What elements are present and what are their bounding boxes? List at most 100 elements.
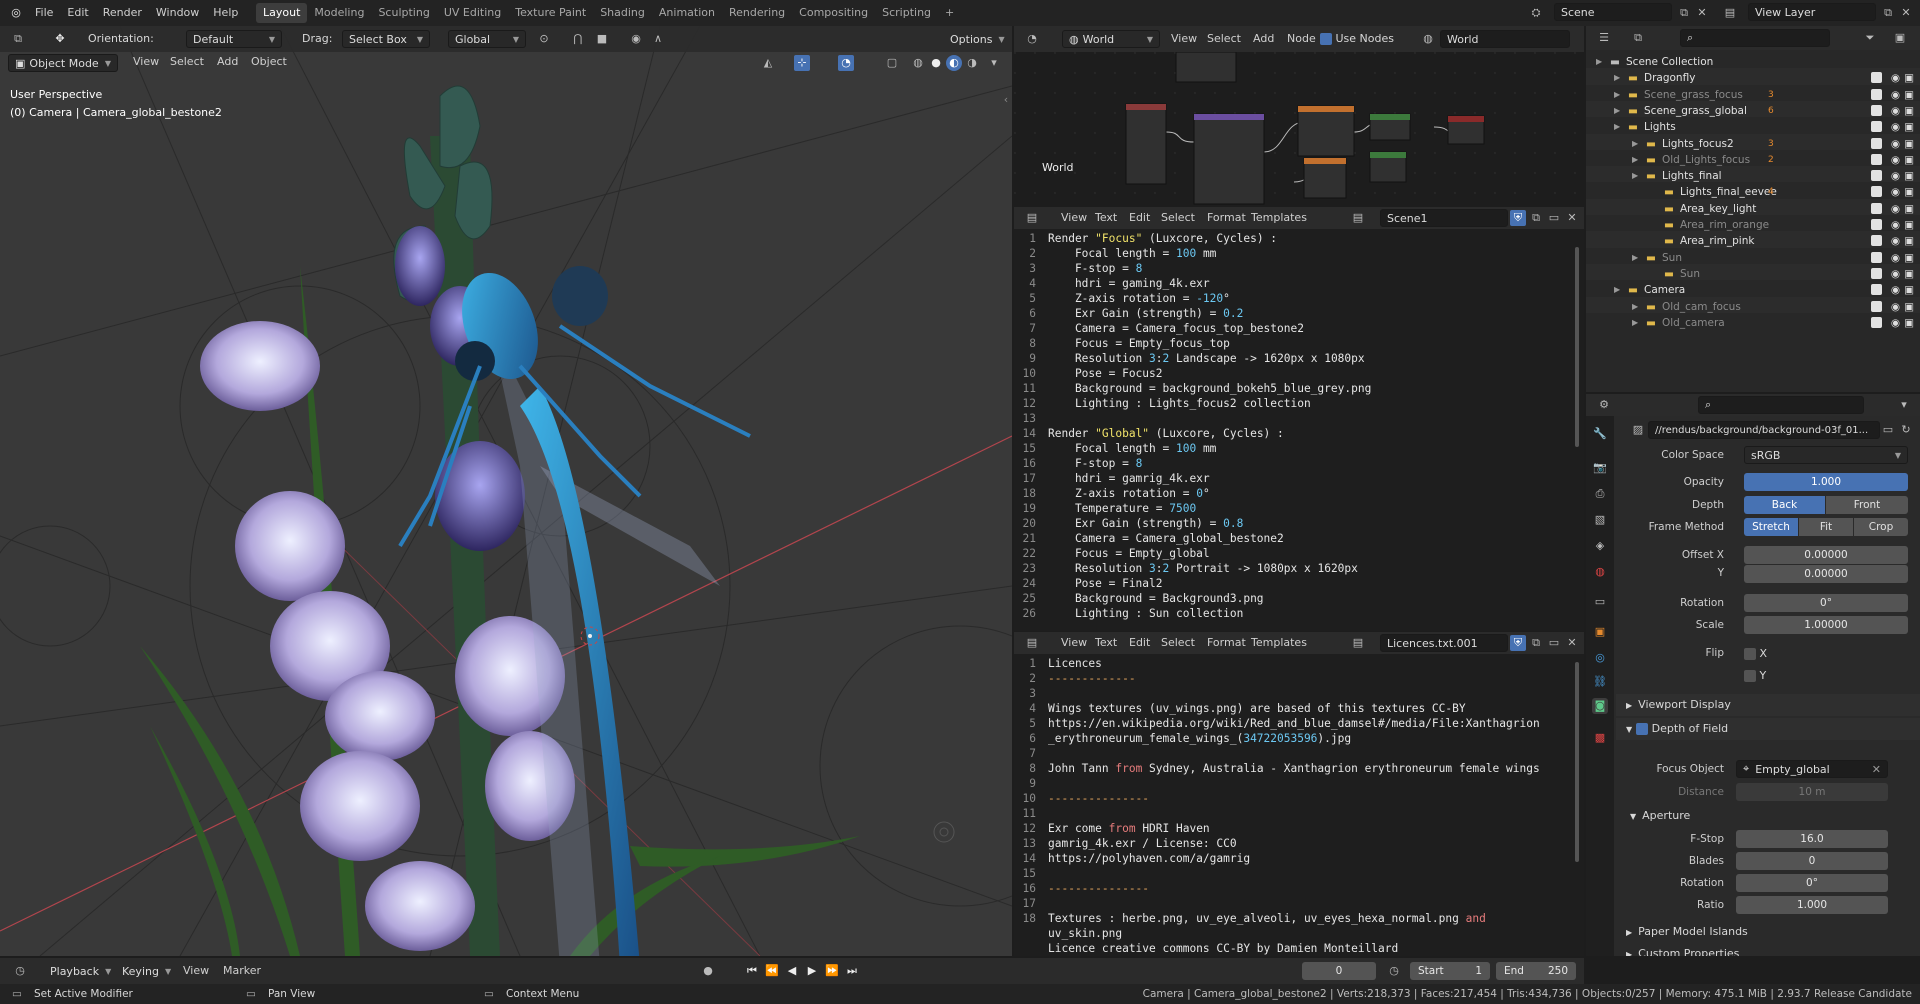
visibility-icon[interactable]: ◭ — [760, 55, 776, 71]
unlink-text-icon[interactable]: ✕ — [1564, 210, 1580, 226]
text1-menu-select[interactable]: Select — [1154, 207, 1202, 229]
depth-back-button[interactable]: Back — [1744, 496, 1825, 514]
exclude-checkbox-icon[interactable] — [1871, 153, 1882, 165]
tab-texture-paint[interactable]: Texture Paint — [508, 3, 593, 23]
exclude-checkbox-icon[interactable] — [1871, 121, 1882, 133]
code-line[interactable]: Render "Global" (Luxcore, Cycles) : — [1048, 426, 1572, 441]
tab-compositing[interactable]: Compositing — [792, 3, 875, 23]
tab-layout[interactable]: Layout — [256, 3, 308, 23]
code-line[interactable]: _erythroneurum_female_wings_(34722053596… — [1048, 731, 1572, 746]
shading-wireframe-icon[interactable]: ◍ — [910, 55, 926, 71]
snap-icon[interactable]: ⋂ — [570, 31, 586, 47]
text2-scrollbar[interactable] — [1575, 662, 1579, 862]
exclude-checkbox-icon[interactable] — [1871, 88, 1882, 100]
jump-keyframe-back-icon[interactable]: ⏪ — [764, 963, 780, 979]
fstop-field[interactable]: 16.0 — [1736, 830, 1888, 848]
text1-scrollbar[interactable] — [1575, 247, 1579, 447]
code-line[interactable]: Z-axis rotation = 0° — [1048, 486, 1572, 501]
text2-menu-select[interactable]: Select — [1154, 632, 1202, 654]
exclude-checkbox-icon[interactable] — [1871, 219, 1882, 230]
aperture-rotation-field[interactable]: 0° — [1736, 874, 1888, 892]
flip-x-checkbox[interactable] — [1744, 648, 1756, 660]
exclude-checkbox-icon[interactable] — [1871, 300, 1882, 312]
flip-y-toggle[interactable]: Y — [1744, 669, 1766, 682]
output-tab-icon[interactable]: ⎙ — [1592, 486, 1608, 502]
menu-edit[interactable]: Edit — [60, 2, 95, 24]
exclude-checkbox-icon[interactable] — [1871, 284, 1882, 296]
code-line[interactable]: Lighting : Sun collection — [1048, 606, 1572, 621]
collapse-sidebar-icon[interactable]: ‹ — [998, 92, 1012, 108]
editor-type-icon[interactable]: ⧉ — [10, 31, 26, 47]
browse-folder-icon[interactable]: ▭ — [1880, 422, 1896, 438]
timeline-menu-marker[interactable]: Marker — [216, 960, 268, 982]
transform-orientation-dropdown[interactable]: Global ▼ — [448, 30, 526, 48]
falloff-icon[interactable]: ∧ — [650, 31, 666, 47]
shading-rendered-icon[interactable]: ◑ — [964, 55, 980, 71]
fake-user-2-icon[interactable]: ⛨ — [1510, 635, 1526, 651]
code-line[interactable]: hdri = gaming_4k.exr — [1048, 276, 1572, 291]
view-layer-tab-icon[interactable]: ▧ — [1592, 512, 1608, 528]
code-line[interactable]: F-stop = 8 — [1048, 456, 1572, 471]
dof-panel-header[interactable]: ▼ Depth of Field — [1616, 718, 1920, 740]
offset-y-field[interactable]: 0.00000 — [1744, 565, 1908, 583]
code-line[interactable] — [1048, 896, 1572, 911]
offset-x-field[interactable]: 0.00000 — [1744, 546, 1908, 564]
scene-selector[interactable]: Scene — [1554, 3, 1672, 21]
texture-tab-icon[interactable]: ▩ — [1592, 730, 1608, 746]
tab-scripting[interactable]: Scripting — [875, 3, 938, 23]
code-line[interactable] — [1048, 806, 1572, 821]
snap-target-icon[interactable]: ■ — [594, 31, 610, 47]
text1-content[interactable]: Render "Focus" (Luxcore, Cycles) : Focal… — [1048, 231, 1572, 621]
text-editor-type-icon[interactable]: ▤ — [1024, 210, 1040, 226]
code-line[interactable]: Temperature = 7500 — [1048, 501, 1572, 516]
orientation-dropdown[interactable]: Default ▼ — [186, 30, 282, 48]
jump-start-icon[interactable]: ⏮ — [744, 963, 760, 979]
code-line[interactable]: Focus = Empty_global — [1048, 546, 1572, 561]
opacity-field[interactable]: 1.000 — [1744, 473, 1908, 491]
code-line[interactable]: Resolution 3:2 Portrait -> 1080px x 1620… — [1048, 561, 1572, 576]
code-line[interactable]: Pose = Final2 — [1048, 576, 1572, 591]
node-menu-node[interactable]: Node — [1280, 28, 1323, 50]
exclude-checkbox-icon[interactable] — [1871, 72, 1882, 84]
text-datablock-icon[interactable]: ▤ — [1350, 210, 1366, 226]
viewport-menu-view[interactable]: View — [126, 51, 166, 73]
code-line[interactable]: Exr Gain (strength) = 0.2 — [1048, 306, 1572, 321]
xray-icon[interactable]: ▢ — [884, 55, 900, 71]
node-menu-select[interactable]: Select — [1200, 28, 1248, 50]
ratio-field[interactable]: 1.000 — [1736, 896, 1888, 914]
view-layer-selector[interactable]: View Layer — [1748, 3, 1876, 21]
outliner[interactable]: ☰ ⧉ ⌕ ⏷ ▣ ▶ ▬ Scene Collection ▶ ▬ Dragonfly ◉… — [1586, 26, 1920, 392]
outliner-type-icon[interactable]: ☰ — [1596, 30, 1612, 46]
code-line[interactable]: Wings textures (uv_wings.png) are based … — [1048, 701, 1572, 716]
options-dropdown[interactable]: Options ▼ — [944, 30, 1005, 48]
delete-scene-icon[interactable]: ✕ — [1694, 5, 1710, 21]
viewport-3d[interactable]: ⧉ ✥ Orientation: Default ▼ Drag: Select B… — [0, 26, 1012, 956]
menu-render[interactable]: Render — [96, 2, 149, 24]
node-menu-add[interactable]: Add — [1246, 28, 1281, 50]
display-mode-icon[interactable]: ⧉ — [1630, 30, 1646, 46]
code-line[interactable]: Exr come from HDRI Haven — [1048, 821, 1572, 836]
new-view-layer-icon[interactable]: ⧉ — [1880, 5, 1896, 21]
flip-y-checkbox[interactable] — [1744, 670, 1756, 682]
scene-icon[interactable]: ⛭ — [1528, 5, 1544, 21]
new-text-icon[interactable]: ⧉ — [1528, 210, 1544, 226]
shading-solid-icon[interactable]: ● — [928, 55, 944, 71]
tab-rendering[interactable]: Rendering — [722, 3, 792, 23]
tab-shading[interactable]: Shading — [593, 3, 652, 23]
tab-uv-editing[interactable]: UV Editing — [437, 3, 508, 23]
code-line[interactable]: John Tann from Sydney, Australia - Xanth… — [1048, 761, 1572, 776]
code-line[interactable]: hdri = gamrig_4k.exr — [1048, 471, 1572, 486]
code-line[interactable] — [1048, 776, 1572, 791]
collection-tab-icon[interactable]: ▭ — [1592, 594, 1608, 610]
tool-tab-icon[interactable]: 🔧 — [1592, 426, 1608, 442]
aperture-subpanel[interactable]: ▼ Aperture — [1630, 806, 1900, 826]
open-text-2-icon[interactable]: ▭ — [1546, 635, 1562, 651]
text-editor-scene1[interactable]: ▤ View Text Edit Select Format Templates… — [1014, 207, 1584, 631]
code-line[interactable]: Camera = Camera_focus_top_bestone2 — [1048, 321, 1572, 336]
properties-search-field[interactable]: ⌕ — [1698, 396, 1864, 414]
exclude-checkbox-icon[interactable] — [1871, 235, 1882, 247]
record-icon[interactable]: ● — [700, 963, 716, 979]
pivot-icon[interactable]: ⊙ — [536, 31, 552, 47]
start-frame-field[interactable]: Start 1 — [1410, 962, 1490, 980]
properties-options-icon[interactable]: ▾ — [1896, 397, 1912, 413]
